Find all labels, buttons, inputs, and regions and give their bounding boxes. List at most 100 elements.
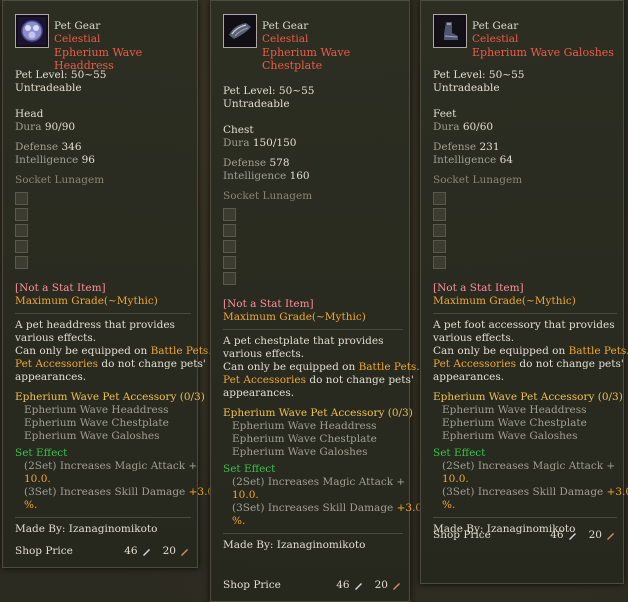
dura-value: 90/90 xyxy=(44,121,76,133)
defense-label: Defense xyxy=(223,157,267,169)
item-icon-frame xyxy=(223,14,257,48)
copper-coin-icon xyxy=(607,532,614,540)
socket-slot[interactable] xyxy=(223,240,236,253)
defense-value: 578 xyxy=(269,157,290,169)
item-tooltip-headdress: Pet Gear Celestial Epherium Wave Headdre… xyxy=(2,0,214,568)
int-value: 96 xyxy=(81,154,95,166)
set-effect-3: (3Set) Increases Skill Damage xyxy=(442,486,607,498)
set-effect-2: (2Set) Increases Magic Attack + xyxy=(232,476,406,488)
description-text: do not change pets' xyxy=(98,358,206,370)
set-title: Epherium Wave Pet Accessory (0/3) xyxy=(433,391,623,403)
socket-slot[interactable] xyxy=(223,256,236,269)
pet-level: Pet Level: 50~55 xyxy=(433,69,525,81)
copper-coin-icon xyxy=(181,548,188,556)
socket-slot[interactable] xyxy=(15,240,28,253)
socket-slot[interactable] xyxy=(433,256,446,269)
socket-slot[interactable] xyxy=(433,240,446,253)
boot-icon xyxy=(436,17,464,45)
divider xyxy=(15,313,191,314)
pet-level: Pet Level: 50~55 xyxy=(223,85,315,97)
divider xyxy=(223,329,403,330)
set-effect-label: Set Effect xyxy=(433,447,486,459)
divider xyxy=(15,517,191,518)
helmet-icon xyxy=(18,17,46,45)
set-effect-2-value: 10.0. xyxy=(24,473,51,485)
dura-label: Dura xyxy=(433,121,460,133)
set-item: Epherium Wave Headdress xyxy=(442,404,587,416)
not-stat-item: [Not a Stat Item] xyxy=(433,282,524,294)
set-effect-label: Set Effect xyxy=(15,447,68,459)
socket-slot[interactable] xyxy=(433,224,446,237)
max-grade: Maximum Grade(~Mythic) xyxy=(15,295,158,307)
int-value: 64 xyxy=(499,154,513,166)
silver-coin-icon xyxy=(142,548,150,556)
socket-slot[interactable] xyxy=(15,208,28,221)
defense-value: 231 xyxy=(479,141,500,153)
set-effect-3-value: +3.0 xyxy=(396,502,423,514)
pet-accessories-link: Pet Accessories xyxy=(15,358,99,370)
socket-slot[interactable] xyxy=(223,224,236,237)
description-text: Can only be equipped on xyxy=(15,345,151,357)
set-effect-3: (3Set) Increases Skill Damage xyxy=(232,502,397,514)
socket-slot[interactable] xyxy=(15,192,28,205)
made-by: Made By: Izanaginomikoto xyxy=(15,523,158,535)
shop-price-row: Shop Price 46 20 xyxy=(15,545,189,558)
int-label: Intelligence xyxy=(15,154,79,166)
dura-value: 150/150 xyxy=(252,137,297,149)
item-grade: Celestial xyxy=(262,33,309,45)
set-item: Epherium Wave Chestplate xyxy=(442,417,587,429)
description-line: A pet headdress that provides xyxy=(15,319,175,331)
socket-slot[interactable] xyxy=(433,192,446,205)
socket-slot[interactable] xyxy=(15,256,28,269)
divider xyxy=(433,517,617,518)
defense-label: Defense xyxy=(15,141,59,153)
item-grade: Celestial xyxy=(54,33,101,45)
divider xyxy=(223,533,403,534)
price-value: 20 xyxy=(588,529,602,541)
description-line: various effects. xyxy=(433,332,515,344)
divider xyxy=(433,313,617,314)
description-text: Can only be equipped on xyxy=(433,345,569,357)
max-grade: Maximum Grade(~Mythic) xyxy=(223,311,366,323)
silver-coin-icon xyxy=(568,532,576,540)
set-item: Epherium Wave Galoshes xyxy=(24,430,160,442)
item-name: Epherium Wave xyxy=(262,46,351,59)
price-value: 46 xyxy=(550,529,564,541)
socket-slot[interactable] xyxy=(15,224,28,237)
description-text: Can only be equipped on xyxy=(223,361,359,373)
slot-type: Chest xyxy=(223,124,254,136)
price-value: 46 xyxy=(336,579,350,591)
dura-label: Dura xyxy=(15,121,42,133)
copper-coin-icon xyxy=(393,582,400,590)
set-effect-3-unit: %. xyxy=(24,499,38,511)
socket-slot[interactable] xyxy=(433,208,446,221)
price-value: 20 xyxy=(162,545,176,557)
defense-value: 346 xyxy=(61,141,82,153)
item-name: Epherium Wave Galoshes xyxy=(472,46,614,59)
int-label: Intelligence xyxy=(433,154,497,166)
set-effect-2: (2Set) Increases Magic Attack + xyxy=(24,460,198,472)
slot-type: Head xyxy=(15,108,44,120)
item-category: Pet Gear xyxy=(262,20,309,32)
battle-pets-link: Battle Pets xyxy=(150,345,209,357)
pet-level: Pet Level: 50~55 xyxy=(15,69,107,81)
set-title: Epherium Wave Pet Accessory (0/3) xyxy=(223,407,413,419)
set-effect-2: (2Set) Increases Magic Attack + xyxy=(442,460,616,472)
set-effect-2-value: 10.0. xyxy=(442,473,469,485)
socket-label: Socket Lunagem xyxy=(15,174,105,186)
price-value: 20 xyxy=(374,579,388,591)
slot-type: Feet xyxy=(433,108,457,120)
set-item: Epherium Wave Chestplate xyxy=(24,417,169,429)
pet-accessories-link: Pet Accessories xyxy=(223,374,307,386)
description-line: appearances. xyxy=(433,371,505,383)
socket-slot[interactable] xyxy=(223,272,236,285)
set-effect-2-value: 10.0. xyxy=(232,489,259,501)
shop-price-label: Shop Price xyxy=(223,579,281,591)
socket-label: Socket Lunagem xyxy=(223,190,313,202)
description-line: appearances. xyxy=(15,371,87,383)
int-value: 160 xyxy=(289,170,310,182)
socket-slot[interactable] xyxy=(223,208,236,221)
set-item: Epherium Wave Headdress xyxy=(232,420,377,432)
set-effect-label: Set Effect xyxy=(223,463,276,475)
socket-label: Socket Lunagem xyxy=(433,174,523,186)
